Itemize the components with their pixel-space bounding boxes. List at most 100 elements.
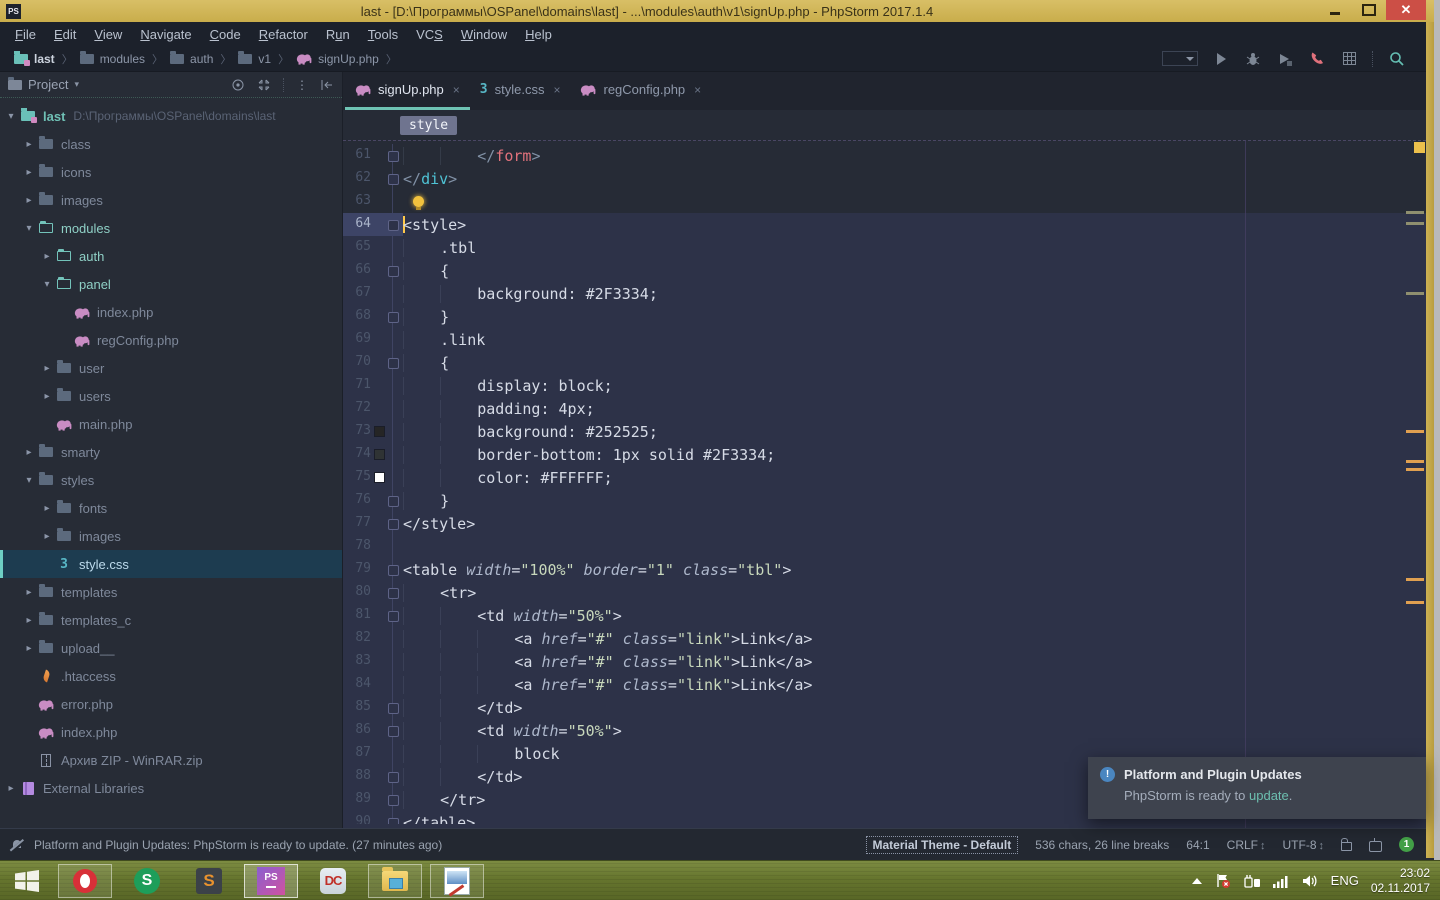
tree-chevron-icon[interactable]: ▸ xyxy=(24,587,34,598)
taskbar-app-explorer[interactable] xyxy=(368,864,422,898)
action-center-flag-icon[interactable] xyxy=(1215,873,1231,889)
tree-item-smarty[interactable]: ▸smarty xyxy=(0,438,342,466)
code-editor[interactable]: 61 </form>62</div>6364<style>65 .tbl66 {… xyxy=(343,144,1426,824)
fold-marker-icon[interactable] xyxy=(388,703,399,714)
tab-close-icon[interactable]: × xyxy=(453,83,460,97)
fold-marker-icon[interactable] xyxy=(388,726,399,737)
taskbar-app-daemon-tools[interactable]: DC xyxy=(306,864,360,898)
taskbar-app-paint[interactable] xyxy=(430,864,484,898)
line-ending-widget[interactable]: CRLF xyxy=(1227,838,1266,852)
tree-item-styles[interactable]: ▾styles xyxy=(0,466,342,494)
stripe-marker[interactable] xyxy=(1406,211,1424,214)
stripe-marker[interactable] xyxy=(1406,578,1424,581)
readonly-lock-icon[interactable] xyxy=(1341,842,1352,851)
tree-item-modules[interactable]: ▾modules xyxy=(0,214,342,242)
editor-tab-signUp-php[interactable]: signUp.php× xyxy=(345,72,470,110)
tree-chevron-icon[interactable]: ▸ xyxy=(6,783,16,794)
intention-bulb-icon[interactable] xyxy=(413,196,424,207)
network-signal-icon[interactable] xyxy=(1273,874,1290,888)
menu-item-help[interactable]: Help xyxy=(516,27,561,42)
tree-item-main-php[interactable]: main.php xyxy=(0,410,342,438)
fold-marker-icon[interactable] xyxy=(388,795,399,806)
breadcrumb-v1[interactable]: v1 xyxy=(238,52,271,66)
debug-icon[interactable] xyxy=(1244,50,1262,68)
breadcrumb-modules[interactable]: modules xyxy=(80,52,145,66)
tab-close-icon[interactable]: × xyxy=(694,83,701,97)
taskbar-app-skype[interactable]: S xyxy=(120,864,174,898)
tree-chevron-icon[interactable]: ▾ xyxy=(24,475,34,486)
tree-item--htaccess[interactable]: .htaccess xyxy=(0,662,342,690)
fold-marker-icon[interactable] xyxy=(388,818,399,824)
tree-chevron-icon[interactable]: ▾ xyxy=(24,223,34,234)
editor-tab-style-css[interactable]: 3style.css× xyxy=(470,72,571,110)
stripe-marker[interactable] xyxy=(1406,601,1424,604)
notification-balloon[interactable]: ! Platform and Plugin Updates PhpStorm i… xyxy=(1088,757,1426,819)
panel-options-icon[interactable]: ⋮ xyxy=(296,78,308,92)
fold-marker-icon[interactable] xyxy=(388,611,399,622)
tree-chevron-icon[interactable]: ▸ xyxy=(24,615,34,626)
tree-chevron-icon[interactable]: ▸ xyxy=(24,195,34,206)
tree-item-style-css[interactable]: 3style.css xyxy=(0,550,342,578)
event-log-icon[interactable] xyxy=(10,838,24,852)
fold-marker-icon[interactable] xyxy=(388,772,399,783)
tree-item-panel[interactable]: ▾panel xyxy=(0,270,342,298)
run-icon[interactable] xyxy=(1212,50,1230,68)
phone-listener-icon[interactable] xyxy=(1308,50,1326,68)
encoding-widget[interactable]: UTF-8 xyxy=(1283,838,1325,852)
close-button[interactable]: ✕ xyxy=(1386,0,1426,20)
fold-marker-icon[interactable] xyxy=(388,174,399,185)
tab-close-icon[interactable]: × xyxy=(553,83,560,97)
tree-item-user[interactable]: ▸user xyxy=(0,354,342,382)
volume-icon[interactable] xyxy=(1302,874,1319,888)
project-dropdown-icon[interactable]: ▾ xyxy=(74,79,79,90)
tree-chevron-icon[interactable]: ▾ xyxy=(42,279,52,290)
fold-marker-icon[interactable] xyxy=(388,358,399,369)
breadcrumb-auth[interactable]: auth xyxy=(170,52,213,66)
tree-chevron-icon[interactable]: ▸ xyxy=(42,251,52,262)
fold-marker-icon[interactable] xyxy=(388,266,399,277)
tree-chevron-icon[interactable]: ▸ xyxy=(42,391,52,402)
locate-file-icon[interactable] xyxy=(231,78,245,92)
tree-item-regconfig-php[interactable]: regConfig.php xyxy=(0,326,342,354)
menu-item-view[interactable]: View xyxy=(85,27,131,42)
coverage-grid-icon[interactable] xyxy=(1340,50,1358,68)
search-icon[interactable] xyxy=(1388,50,1406,68)
tree-item-images[interactable]: ▸images xyxy=(0,186,342,214)
fold-marker-icon[interactable] xyxy=(388,565,399,576)
update-link[interactable]: update xyxy=(1249,788,1289,803)
run-coverage-icon[interactable] xyxy=(1276,50,1294,68)
menu-item-refactor[interactable]: Refactor xyxy=(250,27,317,42)
tree-chevron-icon[interactable]: ▸ xyxy=(24,643,34,654)
stripe-marker[interactable] xyxy=(1406,460,1424,463)
tree-item-error-php[interactable]: error.php xyxy=(0,690,342,718)
clock[interactable]: 23:02 02.11.2017 xyxy=(1371,866,1430,896)
fold-marker-icon[interactable] xyxy=(388,220,399,231)
tree-chevron-icon[interactable]: ▸ xyxy=(24,167,34,178)
tree-item-external-libraries[interactable]: ▸External Libraries xyxy=(0,774,342,802)
fold-marker-icon[interactable] xyxy=(388,588,399,599)
collapse-all-icon[interactable] xyxy=(257,78,271,92)
stripe-marker[interactable] xyxy=(1406,468,1424,471)
fold-marker-icon[interactable] xyxy=(388,496,399,507)
tray-expand-icon[interactable] xyxy=(1191,877,1203,885)
tree-chevron-icon[interactable]: ▸ xyxy=(42,503,52,514)
start-button[interactable] xyxy=(0,861,54,900)
menu-item-edit[interactable]: Edit xyxy=(45,27,85,42)
editor-tab-regConfig-php[interactable]: regConfig.php× xyxy=(570,72,711,110)
menu-item-file[interactable]: File xyxy=(6,27,45,42)
menu-item-code[interactable]: Code xyxy=(201,27,250,42)
menu-item-vcs[interactable]: VCS xyxy=(407,27,452,42)
menu-item-tools[interactable]: Tools xyxy=(359,27,407,42)
hide-panel-icon[interactable] xyxy=(320,79,334,91)
tree-item-users[interactable]: ▸users xyxy=(0,382,342,410)
menu-item-window[interactable]: Window xyxy=(452,27,516,42)
tree-item-templates_c[interactable]: ▸templates_c xyxy=(0,606,342,634)
theme-widget[interactable]: Material Theme - Default xyxy=(866,836,1019,854)
tree-item-images[interactable]: ▸images xyxy=(0,522,342,550)
breadcrumb-last[interactable]: last xyxy=(14,52,55,66)
tree-chevron-icon[interactable]: ▸ xyxy=(24,139,34,150)
run-config-dropdown[interactable] xyxy=(1162,51,1198,66)
fold-marker-icon[interactable] xyxy=(388,519,399,530)
minimize-button[interactable] xyxy=(1318,0,1352,20)
tree-item-icons[interactable]: ▸icons xyxy=(0,158,342,186)
